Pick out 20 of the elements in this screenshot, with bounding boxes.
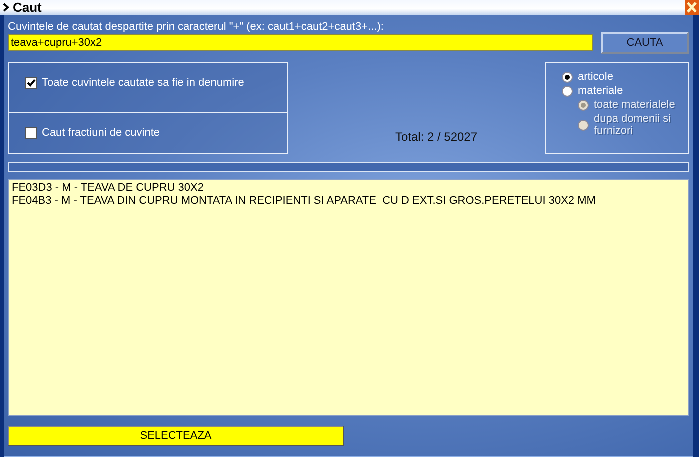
search-field[interactable]: teava+cupru+30x2 [8,34,593,51]
window-title: Caut [13,0,43,15]
result-item[interactable]: FE03D3 - M - TEAVA DE CUPRU 30X2 [12,182,685,195]
radio-label: articole [578,71,614,83]
search-label: Cuvintele de cautat despartite prin caracterul "+" (ex: caut1+caut2+caut3+...): [8,21,385,33]
checkbox[interactable] [25,126,37,139]
radio-button[interactable] [562,86,573,96]
total-count: Total: 2 / 52027 [395,130,478,144]
radio-label: dupa domenii si furnizori [594,113,672,137]
chevron-icon [3,3,10,12]
select-button[interactable]: SELECTEAZA [8,426,344,446]
radio-label: toate materialele [594,99,676,111]
result-item[interactable]: FE04B3 - M - TEAVA DIN CUPRU MONTATA IN RECIPIENTI SI APARATE CU D EXT.SI GROS.PERETELUI 30X2 MM [12,195,685,208]
search-button[interactable]: CAUTA [601,32,689,54]
radio-label: materiale [578,85,624,97]
checkbox-label: Toate cuvintele cautate sa fie in denumire [42,77,244,90]
checkbox-label: Caut fractiuni de cuvinte [42,126,160,139]
checkbox[interactable] [25,77,37,90]
close-icon[interactable] [685,0,699,15]
radio-button[interactable] [562,72,573,82]
